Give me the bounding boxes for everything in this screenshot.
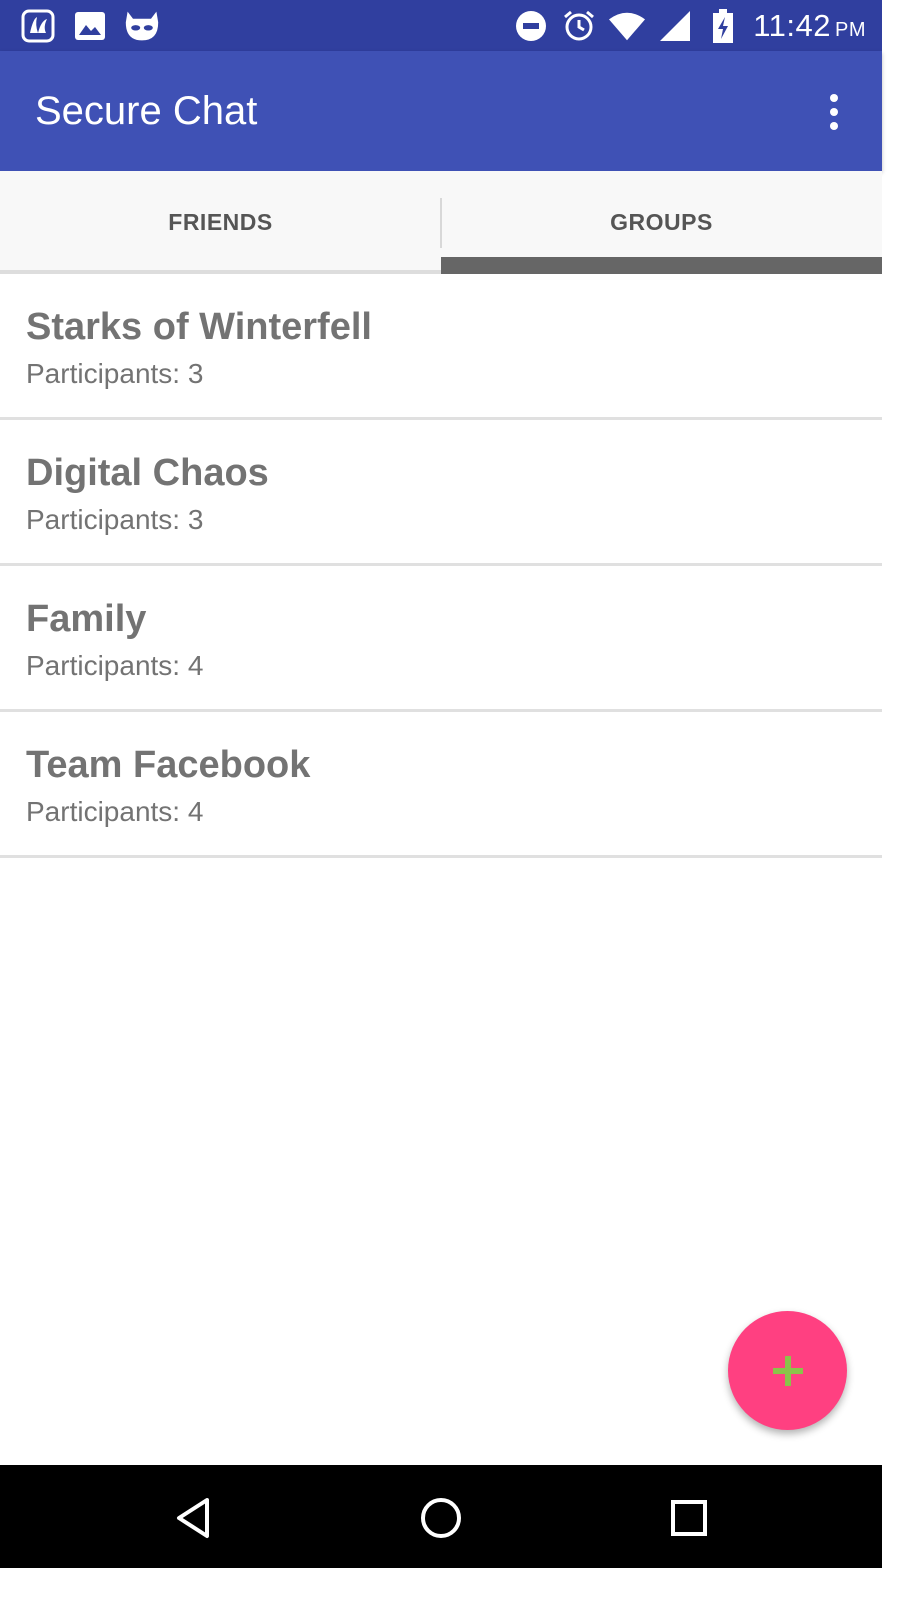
list-item[interactable]: Family Participants: 4 bbox=[0, 566, 882, 712]
list-item[interactable]: Digital Chaos Participants: 3 bbox=[0, 420, 882, 566]
wifi-icon bbox=[609, 8, 646, 44]
group-participants: Participants: 4 bbox=[26, 796, 204, 827]
back-icon[interactable] bbox=[168, 1495, 218, 1541]
home-icon[interactable] bbox=[416, 1495, 466, 1541]
recents-icon[interactable] bbox=[664, 1495, 714, 1541]
clock-ampm: PM bbox=[835, 19, 866, 41]
tab-selected-indicator bbox=[441, 257, 882, 274]
status-bar: 11:42 PM bbox=[0, 0, 882, 51]
menu-dot bbox=[830, 122, 838, 130]
menu-dot bbox=[830, 108, 838, 116]
alarm-icon bbox=[561, 8, 597, 44]
add-group-button[interactable] bbox=[728, 1311, 847, 1430]
tab-divider bbox=[440, 198, 442, 248]
plus-icon bbox=[772, 1355, 803, 1386]
group-list: Starks of Winterfell Participants: 3 Dig… bbox=[0, 274, 882, 858]
cyanogen-cat-icon bbox=[124, 8, 160, 44]
clock-time: 11:42 bbox=[753, 8, 831, 43]
battery-charging-icon bbox=[705, 8, 741, 44]
app-title: Secure Chat bbox=[35, 89, 258, 133]
signal-icon bbox=[657, 8, 693, 44]
image-icon bbox=[72, 8, 108, 44]
tab-friends[interactable]: FRIENDS bbox=[0, 171, 441, 274]
system-icons: 11:42 PM bbox=[513, 8, 866, 44]
list-item[interactable]: Team Facebook Participants: 4 bbox=[0, 712, 882, 858]
tab-friends-label: FRIENDS bbox=[168, 209, 273, 235]
app-bar: Secure Chat bbox=[0, 51, 882, 171]
group-participants: Participants: 4 bbox=[26, 650, 204, 681]
group-participants: Participants: 3 bbox=[26, 504, 204, 535]
clock: 11:42 PM bbox=[753, 8, 866, 44]
notification-icons bbox=[20, 8, 160, 44]
navigation-bar bbox=[0, 1465, 882, 1568]
tab-groups[interactable]: GROUPS bbox=[441, 171, 882, 274]
saavn-icon bbox=[20, 8, 56, 44]
more-vert-icon[interactable] bbox=[816, 87, 852, 137]
tab-groups-label: GROUPS bbox=[610, 209, 713, 235]
group-name: Digital Chaos bbox=[26, 452, 269, 494]
list-item[interactable]: Starks of Winterfell Participants: 3 bbox=[0, 274, 882, 420]
group-name: Starks of Winterfell bbox=[26, 306, 372, 348]
group-participants: Participants: 3 bbox=[26, 358, 204, 389]
group-name: Family bbox=[26, 598, 147, 640]
do-not-disturb-icon bbox=[513, 8, 549, 44]
menu-dot bbox=[830, 94, 838, 102]
group-name: Team Facebook bbox=[26, 744, 311, 786]
